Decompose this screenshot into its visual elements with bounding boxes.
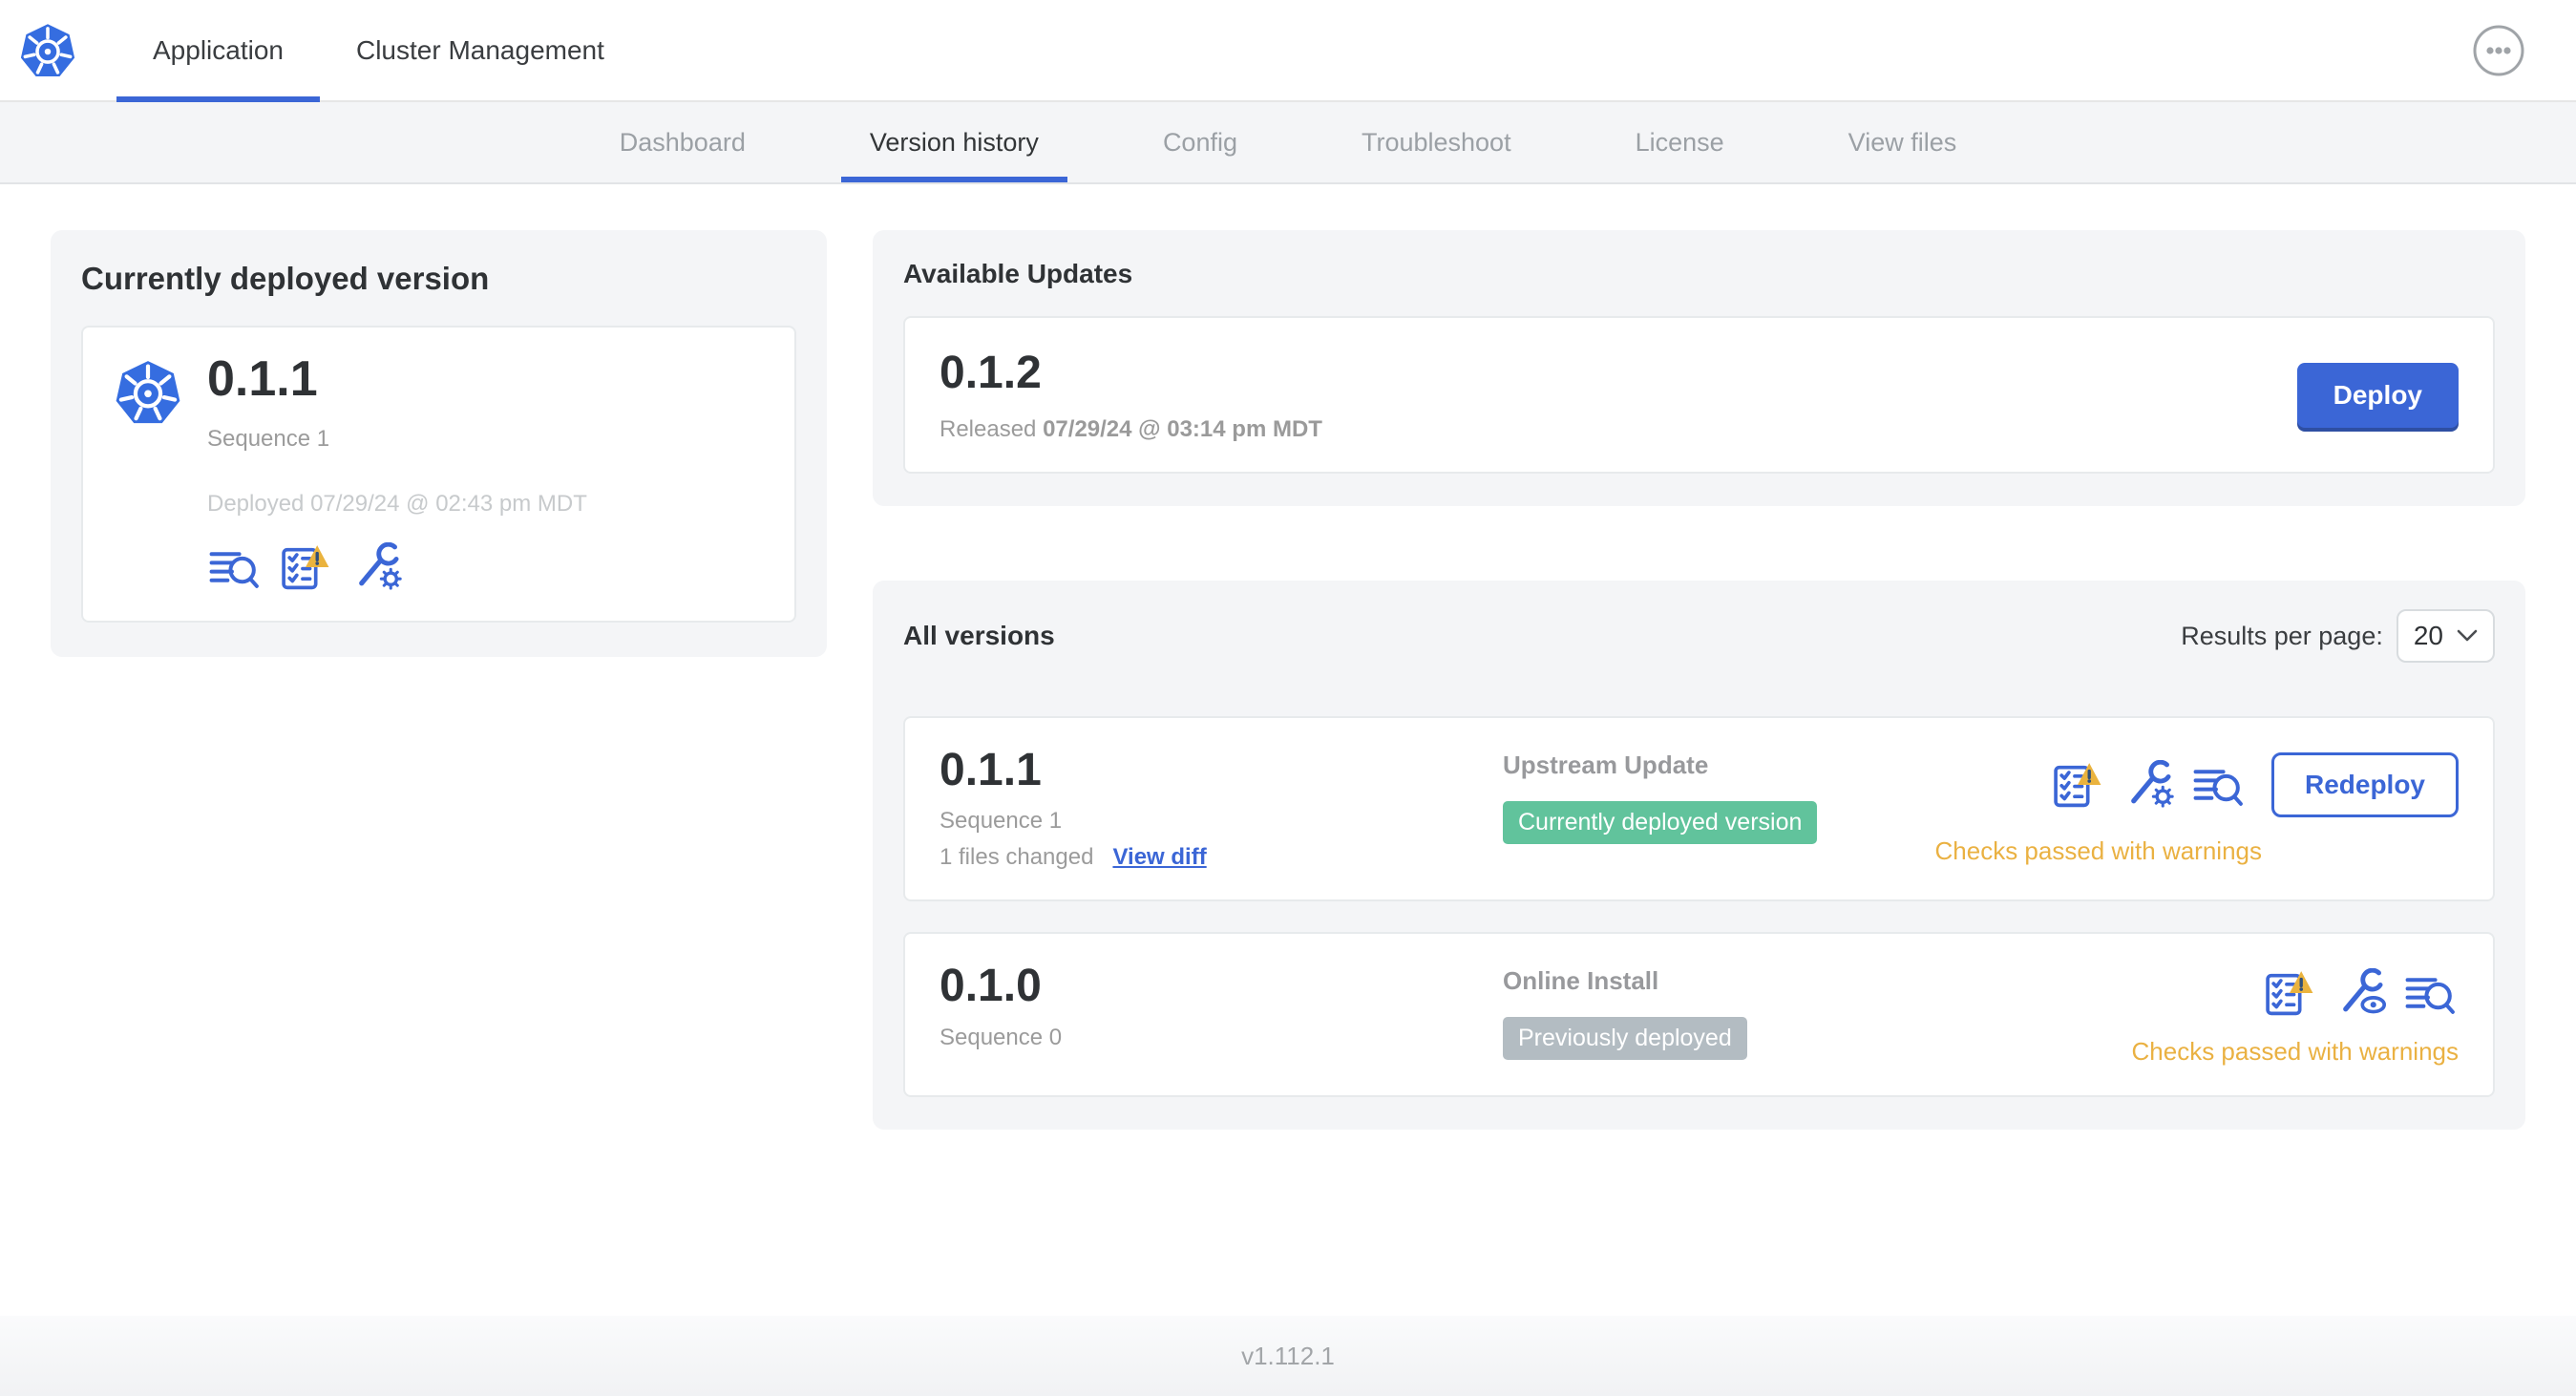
deployed-version-icons bbox=[207, 542, 587, 592]
main-content: Currently deployed version 0.1.1 Sequenc… bbox=[0, 184, 2576, 1316]
version-source: Upstream Update bbox=[1503, 751, 1709, 779]
version-sequence: Sequence 0 bbox=[940, 1024, 1063, 1050]
results-per-page-value: 20 bbox=[2413, 621, 2443, 650]
checks-status: Checks passed with warnings bbox=[1934, 836, 2263, 865]
subnav-tab-troubleshoot[interactable]: Troubleshoot bbox=[1333, 102, 1540, 182]
kubernetes-app-icon bbox=[112, 356, 184, 429]
subnav-tab-license[interactable]: License bbox=[1607, 102, 1753, 182]
all-versions-card: All versions Results per page: 20 0.1.1 … bbox=[873, 581, 2525, 1131]
version-row-source: Upstream Update Currently deployed versi… bbox=[1503, 747, 1935, 844]
version-row-actions: Checks passed with warnings bbox=[2131, 962, 2460, 1067]
all-versions-header: All versions Results per page: 20 bbox=[903, 609, 2495, 663]
version-row: 0.1.1 Sequence 1 1 files changed View di… bbox=[903, 716, 2495, 902]
logs-icon[interactable] bbox=[207, 542, 263, 592]
all-versions-title: All versions bbox=[903, 621, 1055, 650]
update-released: Released 07/29/24 @ 03:14 pm MDT bbox=[940, 416, 1322, 443]
subnav-tab-dashboard[interactable]: Dashboard bbox=[591, 102, 774, 182]
right-column: Available Updates 0.1.2 Released 07/29/2… bbox=[873, 230, 2525, 1131]
version-rows: 0.1.1 Sequence 1 1 files changed View di… bbox=[903, 716, 2495, 1098]
version-status-badge: Currently deployed version bbox=[1503, 801, 1818, 844]
files-changed: 1 files changed bbox=[940, 844, 1094, 871]
version-source: Online Install bbox=[1503, 966, 1659, 996]
deployed-version-number: 0.1.1 bbox=[207, 351, 318, 407]
view-diff-link[interactable]: View diff bbox=[1112, 844, 1206, 871]
version-number: 0.1.0 bbox=[940, 961, 1042, 1012]
preflight-warning-icon[interactable] bbox=[2050, 760, 2105, 810]
version-actions bbox=[2262, 968, 2459, 1018]
preflight-warning-icon[interactable] bbox=[278, 542, 333, 592]
version-status-badge: Previously deployed bbox=[1503, 1017, 1747, 1061]
results-per-page-select[interactable]: 20 bbox=[2396, 609, 2495, 663]
update-info: 0.1.2 Released 07/29/24 @ 03:14 pm MDT bbox=[940, 347, 1322, 443]
subnav-tab-config[interactable]: Config bbox=[1134, 102, 1266, 182]
console-version: v1.112.1 bbox=[1241, 1341, 1335, 1370]
currently-deployed-card: Currently deployed version 0.1.1 Sequenc… bbox=[51, 230, 827, 658]
preflight-warning-icon[interactable] bbox=[2262, 968, 2317, 1018]
logs-icon[interactable] bbox=[2191, 760, 2247, 810]
version-row: 0.1.0 Sequence 0 Online Install Previous… bbox=[903, 932, 2495, 1098]
version-row-actions: Redeploy Checks passed with warnings bbox=[1934, 747, 2459, 866]
header-spacer bbox=[641, 0, 2472, 100]
deploy-button[interactable]: Deploy bbox=[2296, 362, 2459, 428]
version-files: 1 files changed View diff bbox=[940, 844, 1503, 871]
config-gear-icon[interactable] bbox=[348, 542, 404, 592]
app-header: Application Cluster Management bbox=[0, 0, 2576, 102]
update-version-number: 0.1.2 bbox=[940, 348, 1042, 398]
version-number: 0.1.1 bbox=[940, 745, 1042, 795]
results-per-page: Results per page: 20 bbox=[2181, 609, 2495, 663]
released-date: 07/29/24 @ 03:14 pm MDT bbox=[1043, 416, 1322, 442]
released-label: Released bbox=[940, 416, 1037, 442]
header-tab-application[interactable]: Application bbox=[116, 0, 320, 102]
subnav-tab-view-files[interactable]: View files bbox=[1820, 102, 1986, 182]
config-eye-icon[interactable] bbox=[2333, 968, 2388, 1018]
kubernetes-logo-icon bbox=[17, 20, 78, 81]
deployed-card-title: Currently deployed version bbox=[81, 261, 490, 296]
available-updates-title: Available Updates bbox=[903, 259, 1133, 288]
deployed-version-panel: 0.1.1 Sequence 1 Deployed 07/29/24 @ 02:… bbox=[81, 326, 796, 624]
app-subnav: Dashboard Version history Config Troublesho… bbox=[0, 102, 2576, 184]
version-sequence: Sequence 1 bbox=[940, 808, 1063, 835]
version-actions: Redeploy bbox=[2050, 752, 2459, 817]
subnav-tabs: Dashboard Version history Config Troublesho… bbox=[591, 102, 1985, 182]
ellipsis-icon bbox=[2473, 25, 2524, 75]
logs-icon[interactable] bbox=[2403, 968, 2459, 1018]
available-updates-card: Available Updates 0.1.2 Released 07/29/2… bbox=[873, 230, 2525, 506]
chevron-down-icon bbox=[2457, 629, 2478, 642]
subnav-tab-version-history[interactable]: Version history bbox=[840, 102, 1068, 182]
overflow-menu-button[interactable] bbox=[2472, 24, 2525, 77]
deployed-version-body: 0.1.1 Sequence 1 Deployed 07/29/24 @ 02:… bbox=[207, 351, 587, 592]
version-row-source: Online Install Previously deployed bbox=[1503, 962, 2132, 1061]
update-row: 0.1.2 Released 07/29/24 @ 03:14 pm MDT D… bbox=[903, 316, 2495, 474]
redeploy-button[interactable]: Redeploy bbox=[2270, 752, 2459, 817]
app-logo bbox=[0, 0, 116, 100]
deployed-version-sequence: Sequence 1 bbox=[207, 426, 330, 453]
version-action-icons bbox=[2050, 760, 2247, 810]
results-per-page-label: Results per page: bbox=[2181, 621, 2383, 650]
page: Application Cluster Management Dashboard V… bbox=[0, 0, 2576, 1396]
version-row-info: 0.1.0 Sequence 0 bbox=[940, 962, 1503, 1050]
checks-status: Checks passed with warnings bbox=[2131, 1037, 2460, 1067]
version-row-info: 0.1.1 Sequence 1 1 files changed View di… bbox=[940, 745, 1503, 871]
header-tabs: Application Cluster Management bbox=[116, 0, 641, 102]
config-gear-icon[interactable] bbox=[2121, 760, 2176, 810]
app-footer: v1.112.1 bbox=[0, 1316, 2576, 1396]
version-action-icons bbox=[2262, 968, 2459, 1018]
header-tab-cluster-management[interactable]: Cluster Management bbox=[320, 0, 641, 100]
deployed-version-timestamp: Deployed 07/29/24 @ 02:43 pm MDT bbox=[207, 491, 587, 518]
